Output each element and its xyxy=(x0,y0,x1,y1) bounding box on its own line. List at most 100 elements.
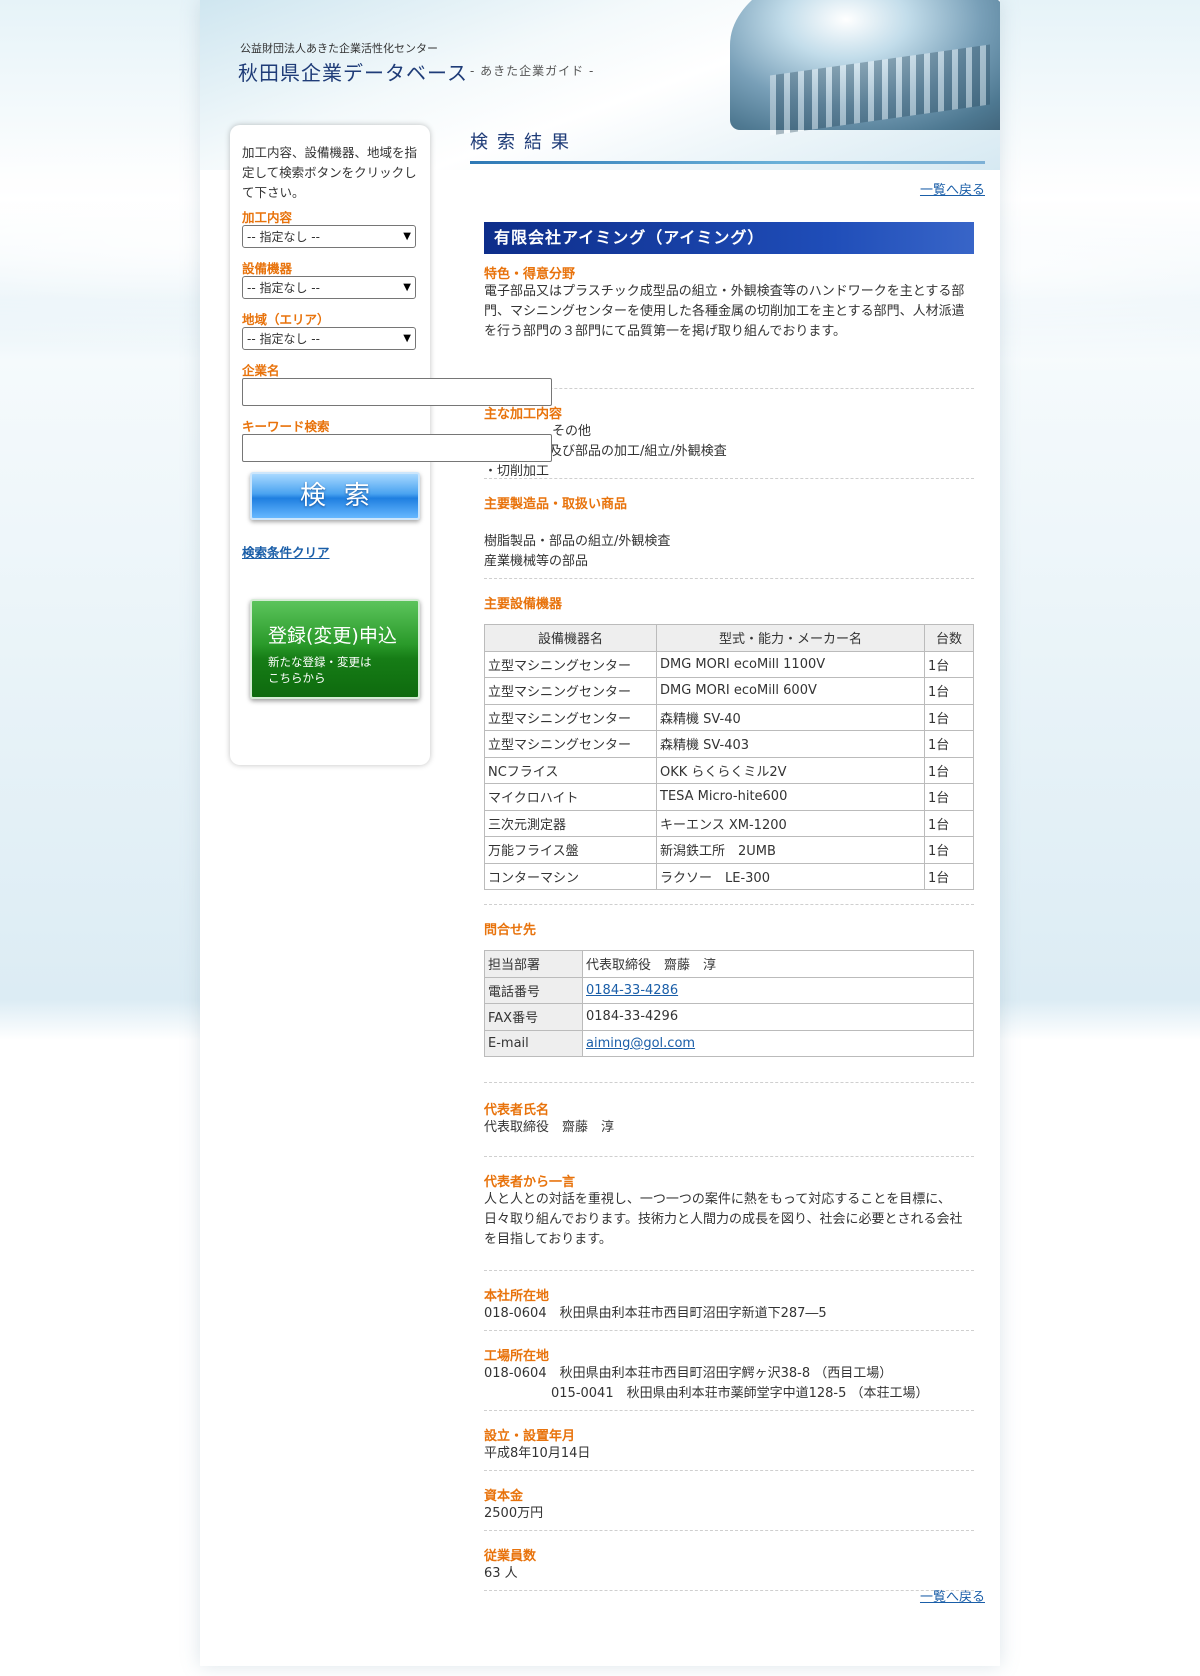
headquarters-label: 本社所在地 xyxy=(484,1289,550,1304)
equipment-name: 万能フライス盤 xyxy=(484,836,657,864)
table-row: 担当部署 代表取締役 齋藤 淳 xyxy=(484,950,974,978)
contact-table: 担当部署 代表取締役 齋藤 淳 電話番号 0184-33-4286 FAX番号 018… xyxy=(484,950,974,1057)
features-label: 特色・得意分野 xyxy=(484,267,576,282)
equipment-heading: 主要設備機器 xyxy=(484,597,563,612)
equipment-name: コンターマシン xyxy=(484,862,657,890)
area-label: 地域（エリア） xyxy=(242,312,330,327)
page-title: 検索結果 xyxy=(470,128,985,164)
capital-section: 資本金 2500万円 xyxy=(484,1485,974,1531)
employees-section: 従業員数 63 人 xyxy=(484,1545,974,1591)
processing-item: その他 xyxy=(552,424,592,439)
search-button[interactable]: 検索 xyxy=(250,472,420,520)
chevron-down-icon: ▼ xyxy=(403,231,411,242)
equipment-select[interactable]: -- 指定なし -- ▼ xyxy=(242,276,416,299)
processing-section: 主な加工内容 その他 ・樹脂製品及び部品の加工/組立/外観検査 ・切削加工 xyxy=(484,403,974,479)
equipment-count: 1台 xyxy=(924,703,974,731)
product-item: 樹脂製品・部品の組立/外観検査 xyxy=(484,534,671,549)
processing-select-value: -- 指定なし -- xyxy=(247,230,320,244)
equipment-select-value: -- 指定なし -- xyxy=(247,281,320,295)
register-button-note-2: こちらから xyxy=(268,671,326,685)
headquarters-address: 018-0604 秋田県由利本荘市西目町沼田字新道下287―5 xyxy=(484,1306,827,1321)
representative-label: 代表者氏名 xyxy=(484,1103,550,1118)
equipment-label: 設備機器 xyxy=(242,261,293,276)
equipment-model: 森精機 SV-403 xyxy=(656,730,925,758)
organization-name: 公益財団法人あきた企業活性化センター xyxy=(240,42,438,55)
equipment-count: 1台 xyxy=(924,809,974,837)
equipment-model: TESA Micro-hite600 xyxy=(656,783,925,811)
chevron-down-icon: ▼ xyxy=(403,282,411,293)
product-item: 産業機械等の部品 xyxy=(484,554,589,569)
table-row: 立型マシニングセンター 森精機 SV-403 1台 xyxy=(484,730,974,758)
equipment-model: ラクソー LE-300 xyxy=(656,862,925,890)
page-container: 公益財団法人あきた企業活性化センター 秋田県企業データベース - あきた企業ガイ… xyxy=(200,0,1000,1666)
table-row: NCフライス OKK らくらくミル2V 1台 xyxy=(484,756,974,784)
products-section: 主要製造品・取扱い商品 樹脂製品・部品の組立/外観検査 産業機械等の部品 xyxy=(484,493,974,579)
table-row: 立型マシニングセンター DMG MORI ecoMill 1100V 1台 xyxy=(484,650,974,678)
products-label: 主要製造品・取扱い商品 xyxy=(484,497,628,512)
equipment-name: 三次元測定器 xyxy=(484,809,657,837)
contact-email-label: E-mail xyxy=(484,1029,583,1057)
equipment-count: 1台 xyxy=(924,677,974,705)
register-button[interactable]: 登録(変更)申込 新たな登録・変更は こちらから xyxy=(250,599,420,699)
back-to-list-link-top[interactable]: 一覧へ戻る xyxy=(920,179,985,198)
factory-label: 工場所在地 xyxy=(484,1349,550,1364)
features-text: 電子部品又はプラスチック成型品の組立・外観検査等のハンドワークを主とする部門、マ… xyxy=(484,284,965,339)
keyword-input[interactable] xyxy=(242,434,552,462)
processing-select[interactable]: -- 指定なし -- ▼ xyxy=(242,225,416,248)
area-select-value: -- 指定なし -- xyxy=(247,332,320,346)
column-header: 設備機器名 xyxy=(484,624,657,652)
search-sidebar: 加工内容、設備機器、地域を指定して検索ボタンをクリックして下さい。 加工内容 -… xyxy=(230,125,552,765)
phone-link[interactable]: 0184-33-4286 xyxy=(586,983,678,998)
company-detail: 有限会社アイミング（アイミング） 特色・得意分野 電子部品又はプラスチック成型品… xyxy=(484,222,974,1591)
back-to-list-link-bottom[interactable]: 一覧へ戻る xyxy=(920,1586,985,1605)
employees-value: 63 人 xyxy=(484,1566,518,1581)
table-row: 三次元測定器 キーエンス XM-1200 1台 xyxy=(484,809,974,837)
founded-label: 設立・設置年月 xyxy=(484,1429,576,1444)
site-title[interactable]: 秋田県企業データベース xyxy=(238,57,468,86)
equipment-name: 立型マシニングセンター xyxy=(484,677,657,705)
equipment-count: 1台 xyxy=(924,836,974,864)
chevron-down-icon: ▼ xyxy=(403,333,411,344)
factory-address: 015-0041 秋田県由利本荘市薬師堂字中道128-5 （本荘工場） xyxy=(551,1386,929,1401)
processing-item: ・切削加工 xyxy=(484,464,550,479)
capital-label: 資本金 xyxy=(484,1489,524,1504)
company-name-input[interactable] xyxy=(242,378,552,406)
email-link[interactable]: aiming@gol.com xyxy=(586,1036,695,1051)
capital-value: 2500万円 xyxy=(484,1506,544,1521)
equipment-count: 1台 xyxy=(924,862,974,890)
equipment-name: 立型マシニングセンター xyxy=(484,730,657,758)
table-row: E-mail aiming@gol.com xyxy=(484,1029,974,1057)
contact-dept-label: 担当部署 xyxy=(484,950,583,978)
contact-fax-label: FAX番号 xyxy=(484,1003,583,1031)
founded-section: 設立・設置年月 平成8年10月14日 xyxy=(484,1425,974,1471)
table-row: 立型マシニングセンター 森精機 SV-40 1台 xyxy=(484,703,974,731)
contact-tel-label: 電話番号 xyxy=(484,976,583,1004)
table-row: コンターマシン ラクソー LE-300 1台 xyxy=(484,862,974,890)
column-header: 型式・能力・メーカー名 xyxy=(656,624,925,652)
table-row: 立型マシニングセンター DMG MORI ecoMill 600V 1台 xyxy=(484,677,974,705)
keyword-label: キーワード検索 xyxy=(242,419,330,434)
equipment-count: 1台 xyxy=(924,650,974,678)
equipment-name: 立型マシニングセンター xyxy=(484,650,657,678)
equipment-model: 森精機 SV-40 xyxy=(656,703,925,731)
table-row: FAX番号 0184-33-4296 xyxy=(484,1003,974,1031)
clear-conditions-link[interactable]: 検索条件クリア xyxy=(242,542,418,561)
employees-label: 従業員数 xyxy=(484,1549,537,1564)
headquarters-section: 本社所在地 018-0604 秋田県由利本荘市西目町沼田字新道下287―5 xyxy=(484,1285,974,1331)
representative-section: 代表者氏名 代表取締役 齋藤 淳 xyxy=(484,1099,974,1157)
table-row: マイクロハイト TESA Micro-hite600 1台 xyxy=(484,783,974,811)
founded-date: 平成8年10月14日 xyxy=(484,1446,591,1461)
message-text: 人と人との対話を重視し、一つ一つの案件に熱をもって対応することを目標に、日々取り… xyxy=(484,1192,963,1247)
processing-item: ・樹脂製品及び部品の加工/組立/外観検査 xyxy=(484,444,727,459)
equipment-count: 1台 xyxy=(924,756,974,784)
message-section: 代表者から一言 人と人との対話を重視し、一つ一つの案件に熱をもって対応することを… xyxy=(484,1171,974,1271)
equipment-section: 主要設備機器 設備機器名 型式・能力・メーカー名 台数 立型マシニングセンター D… xyxy=(484,593,974,905)
processing-label: 加工内容 xyxy=(242,210,293,225)
table-row: 万能フライス盤 新潟鉄工所 2UMB 1台 xyxy=(484,836,974,864)
area-select[interactable]: -- 指定なし -- ▼ xyxy=(242,327,416,350)
column-header: 台数 xyxy=(924,624,974,652)
equipment-model: DMG MORI ecoMill 600V xyxy=(656,677,925,705)
features-section: 特色・得意分野 電子部品又はプラスチック成型品の組立・外観検査等のハンドワークを… xyxy=(484,263,974,389)
factory-section: 工場所在地 018-0604 秋田県由利本荘市西目町沼田字鰐ヶ沢38-8 （西目… xyxy=(484,1345,974,1411)
register-button-title: 登録(変更)申込 xyxy=(268,625,397,647)
